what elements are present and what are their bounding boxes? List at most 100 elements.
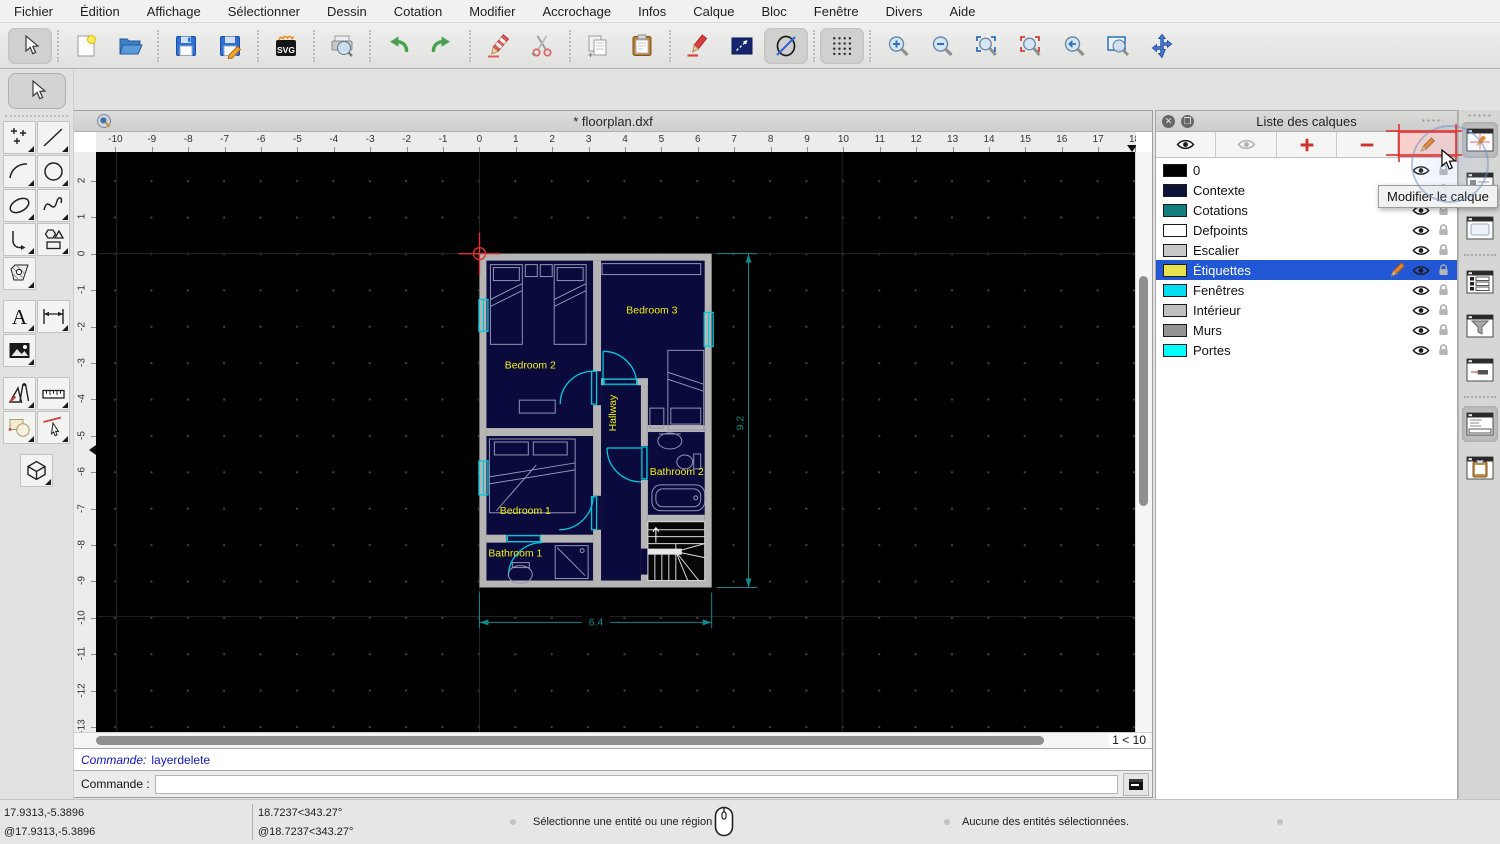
zoom-out-button[interactable] xyxy=(920,28,964,64)
select-entity-tool-button[interactable] xyxy=(37,411,70,444)
command-history-label: Commande: xyxy=(81,753,147,767)
add-layer-button[interactable] xyxy=(1277,132,1338,157)
select-tool-button[interactable] xyxy=(7,73,66,109)
zoom-redraw-button[interactable] xyxy=(1008,28,1052,64)
layer-row-escalier[interactable]: Escalier xyxy=(1156,240,1457,260)
layer-row-defpoints[interactable]: Defpoints xyxy=(1156,220,1457,240)
clipboard-dock-dock-button[interactable] xyxy=(1462,450,1498,486)
misc-tools-tool-button[interactable] xyxy=(3,377,36,410)
paste-button[interactable] xyxy=(620,28,664,64)
select-window-button[interactable] xyxy=(720,28,764,64)
menu-bloc[interactable]: Bloc xyxy=(761,4,786,19)
print-preview-button[interactable] xyxy=(320,28,364,64)
drawing-window-titlebar[interactable]: * floorplan.dxf xyxy=(74,111,1152,132)
line-tool-button[interactable] xyxy=(37,121,70,154)
layer-lock-icon[interactable] xyxy=(1436,283,1450,297)
layer-row-etiquettes[interactable]: Étiquettes xyxy=(1156,260,1457,280)
dimension-tool-button[interactable] xyxy=(37,300,70,333)
undo-button[interactable] xyxy=(376,28,420,64)
layer-lock-icon[interactable] xyxy=(1436,263,1450,277)
layer-row-fenetres[interactable]: Fenêtres xyxy=(1156,280,1457,300)
layer-row-portes[interactable]: Portes xyxy=(1156,340,1457,360)
hatch-tool-button[interactable] xyxy=(3,257,36,290)
command-input[interactable] xyxy=(154,774,1118,794)
save-button[interactable] xyxy=(164,28,208,64)
menu-accrochage[interactable]: Accrochage xyxy=(542,4,611,19)
menu-divers[interactable]: Divers xyxy=(886,4,923,19)
command-dock-dock-button[interactable] xyxy=(1462,406,1498,442)
horizontal-scrollbar[interactable]: 1 < 10 xyxy=(74,732,1152,749)
layer-lock-icon[interactable] xyxy=(1436,243,1450,257)
layer-row-interieur[interactable]: Intérieur xyxy=(1156,300,1457,320)
menu-aide[interactable]: Aide xyxy=(949,4,975,19)
zoom-window-button[interactable] xyxy=(1096,28,1140,64)
zoom-pan-button[interactable] xyxy=(1140,28,1184,64)
layer-lock-icon[interactable] xyxy=(1436,343,1450,357)
menu-dessin[interactable]: Dessin xyxy=(327,4,367,19)
layer-visibility-eye-icon[interactable] xyxy=(1412,243,1430,258)
horizontal-scrollbar-thumb[interactable] xyxy=(96,736,1044,745)
menu-modifier[interactable]: Modifier xyxy=(469,4,515,19)
new-file-button[interactable] xyxy=(64,28,108,64)
layer-lock-icon[interactable] xyxy=(1436,303,1450,317)
layer-row-murs[interactable]: Murs xyxy=(1156,320,1457,340)
svg-export-button[interactable]: SVG xyxy=(264,28,308,64)
menu-selectionner[interactable]: Sélectionner xyxy=(228,4,300,19)
pen-palette-dock-button[interactable] xyxy=(1462,352,1498,388)
filter-dock-button[interactable] xyxy=(1462,308,1498,344)
menu-fenetre[interactable]: Fenêtre xyxy=(814,4,859,19)
arc-tool-button[interactable] xyxy=(3,155,36,188)
menu-infos[interactable]: Infos xyxy=(638,4,666,19)
layer-lock-icon[interactable] xyxy=(1436,223,1450,237)
zoom-auto-button[interactable] xyxy=(964,28,1008,64)
show-all-eye-button[interactable] xyxy=(1156,132,1217,157)
measure-tool-button[interactable] xyxy=(37,377,70,410)
vertical-scrollbar[interactable] xyxy=(1135,152,1152,733)
menu-fichier[interactable]: Fichier xyxy=(14,4,53,19)
menu-edition[interactable]: Édition xyxy=(80,4,120,19)
layer-visibility-eye-icon[interactable] xyxy=(1412,283,1430,298)
vertical-scrollbar-thumb[interactable] xyxy=(1139,276,1148,506)
redo-button[interactable] xyxy=(420,28,464,64)
zoom-in-button[interactable] xyxy=(876,28,920,64)
select-cursor-button[interactable] xyxy=(8,27,52,64)
polyline-tool-button[interactable] xyxy=(3,223,36,256)
edit-pen-button[interactable] xyxy=(676,28,720,64)
save-as-button[interactable] xyxy=(208,28,252,64)
entity-list-dock-button[interactable] xyxy=(1462,264,1498,300)
eraser-pen-button[interactable] xyxy=(476,28,520,64)
circle-tool-button[interactable] xyxy=(37,155,70,188)
layer-visibility-eye-icon[interactable] xyxy=(1412,343,1430,358)
layer-visibility-eye-icon[interactable] xyxy=(1412,303,1430,318)
panel-drag-handle[interactable] xyxy=(1421,118,1443,124)
menu-affichage[interactable]: Affichage xyxy=(147,4,201,19)
dock-drag-handle[interactable] xyxy=(1467,113,1493,119)
library-dock-button[interactable] xyxy=(1462,210,1498,246)
polygon-tool-button[interactable] xyxy=(37,223,70,256)
open-file-button[interactable] xyxy=(108,28,152,64)
modify-tool-button[interactable] xyxy=(3,411,36,444)
zoom-previous-button[interactable] xyxy=(1052,28,1096,64)
layer-name: Intérieur xyxy=(1193,302,1241,318)
command-options-button[interactable] xyxy=(1123,772,1149,796)
layer-visibility-eye-icon[interactable] xyxy=(1412,263,1430,278)
image-tool-button[interactable] xyxy=(3,334,36,367)
ellipse-tool-button[interactable] xyxy=(3,189,36,222)
command-dock-icon xyxy=(1465,411,1495,437)
text-tool-button[interactable]: A xyxy=(3,300,36,333)
layer-visibility-eye-icon[interactable] xyxy=(1412,223,1430,238)
cut-button[interactable] xyxy=(520,28,564,64)
drawing-canvas[interactable]: Bedroom 2 Bedroom 3 Bedroom 1 Bathroom 1… xyxy=(96,152,1136,733)
menu-cotation[interactable]: Cotation xyxy=(394,4,442,19)
layer-visibility-eye-icon[interactable] xyxy=(1412,323,1430,338)
layer-lock-icon[interactable] xyxy=(1436,323,1450,337)
select-arrow-icon xyxy=(24,78,50,104)
points-tool-button[interactable] xyxy=(3,121,36,154)
draft-mode-button[interactable] xyxy=(764,27,808,64)
copy-button[interactable] xyxy=(576,28,620,64)
hide-all-eye-button[interactable] xyxy=(1216,132,1277,157)
menu-calque[interactable]: Calque xyxy=(693,4,734,19)
grid-toggle-button[interactable] xyxy=(820,27,864,64)
solid-tool-button[interactable] xyxy=(20,454,53,487)
spline-tool-button[interactable] xyxy=(37,189,70,222)
